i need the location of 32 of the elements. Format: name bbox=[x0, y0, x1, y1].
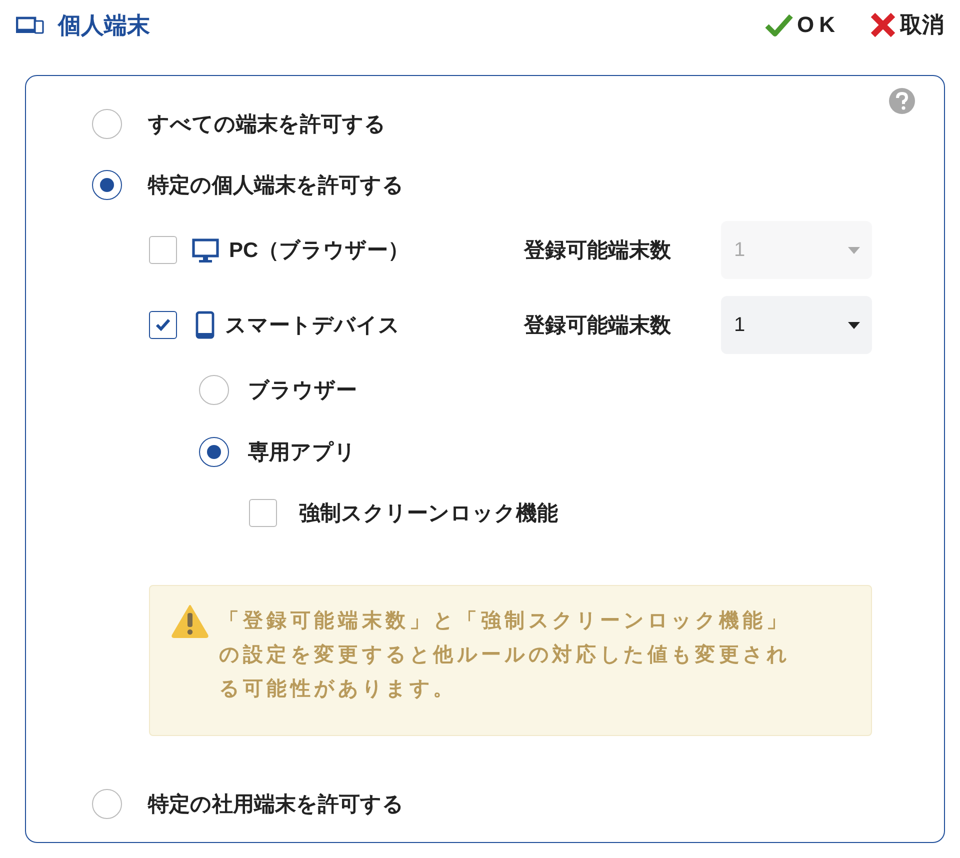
warning-icon bbox=[171, 604, 209, 638]
caret-icon bbox=[848, 246, 860, 254]
ok-button[interactable]: OK bbox=[765, 12, 840, 38]
page-title: 個人端末 bbox=[58, 10, 150, 40]
checkbox[interactable] bbox=[249, 499, 277, 527]
radio-button[interactable] bbox=[199, 375, 229, 405]
mode-label: 専用アプリ bbox=[248, 440, 356, 466]
option-label: すべての端末を許可する bbox=[148, 112, 386, 138]
check-icon bbox=[155, 318, 171, 332]
radio-button[interactable] bbox=[92, 109, 122, 139]
device-label: PC（ブラウザー） bbox=[229, 238, 410, 264]
count-dropdown[interactable]: 1 bbox=[721, 296, 872, 354]
option-label: 特定の個人端末を許可する bbox=[148, 172, 404, 199]
count-label: 登録可能端末数 bbox=[524, 313, 672, 339]
check-icon bbox=[765, 13, 793, 37]
help-icon[interactable] bbox=[888, 87, 916, 115]
caret-icon bbox=[848, 322, 860, 328]
checkbox[interactable] bbox=[149, 311, 177, 339]
monitor-icon bbox=[192, 236, 219, 264]
devices-icon bbox=[16, 16, 44, 34]
radio-button[interactable] bbox=[92, 789, 122, 819]
close-icon bbox=[870, 12, 896, 38]
tablet-icon bbox=[195, 311, 215, 339]
warning-text: 「登録可能端末数」と「強制スクリーンロック機能」の設定を変更すると他ルールの対応した値も変更される可能性があります。 bbox=[219, 609, 792, 702]
device-label: スマートデバイス bbox=[225, 313, 400, 339]
radio-button[interactable] bbox=[92, 170, 122, 200]
radio-button[interactable] bbox=[199, 437, 229, 467]
count-label: 登録可能端末数 bbox=[524, 238, 672, 264]
option-label: 特定の社用端末を許可する bbox=[148, 792, 404, 818]
mode-label: ブラウザー bbox=[248, 378, 357, 404]
cancel-button[interactable]: 取消 bbox=[870, 10, 944, 40]
option-label: 強制スクリーンロック機能 bbox=[299, 501, 558, 527]
